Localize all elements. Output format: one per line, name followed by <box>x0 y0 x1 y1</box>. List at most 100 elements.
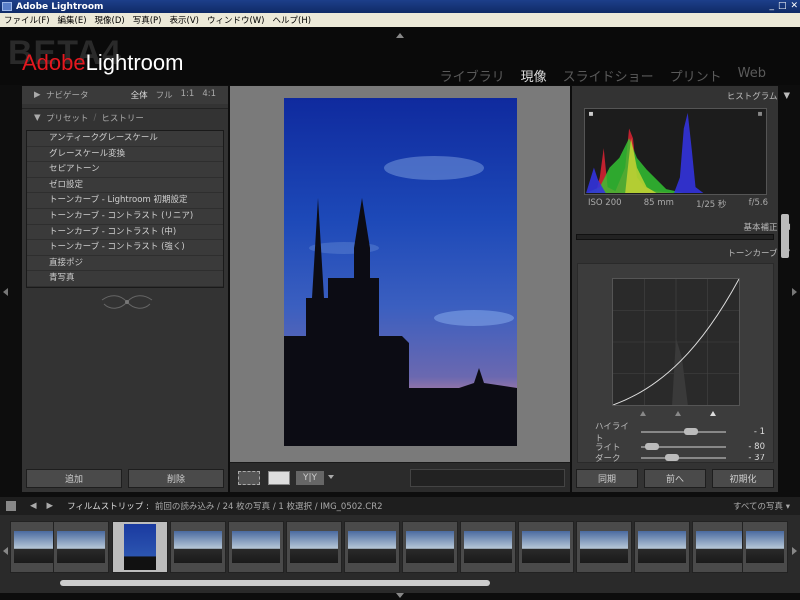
preset-list: アンティークグレースケール グレースケール変換 セピアトーン ゼロ設定 トーンカ… <box>26 130 224 288</box>
before-after-icon[interactable]: Y|Y <box>296 471 324 485</box>
add-preset-button[interactable]: 追加 <box>26 469 122 488</box>
module-develop[interactable]: 現像 <box>521 66 547 85</box>
previous-button[interactable]: 前へ <box>644 469 706 488</box>
filmstrip-thumbnail[interactable] <box>692 521 748 573</box>
thumbnail-image <box>57 531 105 563</box>
main-photo[interactable] <box>284 98 517 446</box>
zoom-4-1[interactable]: 4:1 <box>202 89 216 101</box>
filmstrip-thumbnail[interactable] <box>344 521 400 573</box>
dropdown-arrow-icon[interactable] <box>328 475 334 479</box>
presets-header[interactable]: ▼ プリセット / ヒストリー <box>22 108 228 126</box>
left-panel-toggle-icon[interactable] <box>3 288 8 296</box>
close-button[interactable]: ✕ <box>790 1 798 11</box>
preset-item[interactable]: グレースケール変換 <box>27 147 223 163</box>
collapse-triangle-icon: ▼ <box>34 112 46 123</box>
filmstrip-thumbnail[interactable] <box>170 521 226 573</box>
preset-item[interactable]: トーンカーブ - コントラスト (強く) <box>27 240 223 256</box>
module-slideshow[interactable]: スライドショー <box>563 66 654 85</box>
title-bar: Adobe Lightroom <box>0 0 800 13</box>
split-marker-icon[interactable] <box>710 408 716 416</box>
delete-preset-button[interactable]: 削除 <box>128 469 224 488</box>
preset-item[interactable]: トーンカーブ - Lightroom 初期設定 <box>27 193 223 209</box>
zoom-fit[interactable]: 全体 <box>131 89 148 101</box>
menu-help[interactable]: ヘルプ(H) <box>269 14 316 26</box>
toolbar-info-field <box>410 469 565 487</box>
filmstrip-left-icon[interactable] <box>3 547 8 555</box>
split-marker-icon[interactable] <box>675 408 681 416</box>
filmstrip-right-icon[interactable] <box>792 547 797 555</box>
histogram-header[interactable]: ヒストグラム ▼ <box>727 90 790 102</box>
menu-edit[interactable]: 編集(E) <box>54 14 91 26</box>
reset-button[interactable]: 初期化 <box>712 469 774 488</box>
thumbnail-image <box>580 531 628 563</box>
slider-value[interactable]: - 80 <box>748 442 765 452</box>
menu-develop[interactable]: 現像(D) <box>91 14 129 26</box>
preset-item[interactable]: トーンカーブ - コントラスト (リニア) <box>27 209 223 225</box>
menu-file[interactable]: ファイル(F) <box>0 14 54 26</box>
history-label[interactable]: ヒストリー <box>101 112 144 124</box>
menu-photo[interactable]: 写真(P) <box>129 14 166 26</box>
preset-item[interactable]: 青写真 <box>27 271 223 287</box>
filmstrip-thumbnail[interactable] <box>53 521 109 573</box>
maximize-button[interactable]: □ <box>778 1 787 11</box>
tone-curve-graph[interactable] <box>612 278 740 406</box>
filmstrip-scrollbar[interactable] <box>60 580 490 586</box>
right-panel-toggle-icon[interactable] <box>792 288 797 296</box>
module-web[interactable]: Web <box>738 66 766 85</box>
filmstrip-info: 前回の読み込み / 24 枚の写真 / 1 枚選択 / IMG_0502.CR2 <box>154 502 383 512</box>
filmstrip-thumbnail[interactable] <box>742 521 788 573</box>
preset-item[interactable]: セピアトーン <box>27 162 223 178</box>
preset-item[interactable]: 直接ポジ <box>27 256 223 272</box>
menu-window[interactable]: ウィンドウ(W) <box>203 14 269 26</box>
slider-highlights: ハイライト - 1 <box>595 422 765 444</box>
slider-knob[interactable] <box>645 443 659 450</box>
forward-arrow-icon[interactable]: ▶ <box>47 501 54 511</box>
filmstrip-thumbnail[interactable] <box>518 521 574 573</box>
slider-track[interactable] <box>641 428 726 435</box>
slider-track[interactable] <box>641 443 726 450</box>
navigator-header[interactable]: ▶ ナビゲータ 全体 フル 1:1 4:1 <box>22 86 228 104</box>
split-marker-icon[interactable] <box>640 408 646 416</box>
filmstrip-thumbnail[interactable] <box>286 521 342 573</box>
zoom-fill[interactable]: フル <box>156 89 173 101</box>
filmstrip-thumbnail[interactable] <box>576 521 632 573</box>
panel-end-ornament-icon <box>101 295 153 309</box>
basic-collapsed-bar <box>576 234 774 240</box>
grid-view-icon[interactable] <box>6 501 16 511</box>
module-library[interactable]: ライブラリ <box>440 66 505 85</box>
filmstrip-thumbnail[interactable] <box>634 521 690 573</box>
slider-knob[interactable] <box>684 428 698 435</box>
preset-item[interactable]: ゼロ設定 <box>27 178 223 194</box>
back-arrow-icon[interactable]: ◀ <box>30 501 37 511</box>
tonecurve-label: トーンカーブ <box>727 249 778 259</box>
filmstrip-thumbnail[interactable] <box>228 521 284 573</box>
slider-knob[interactable] <box>665 454 679 461</box>
filmstrip-label: フィルムストリップ : <box>67 502 149 512</box>
left-panel: ▶ ナビゲータ 全体 フル 1:1 4:1 ▼ プリセット / ヒストリー アン… <box>22 86 228 492</box>
slider-lights: ライト - 80 <box>595 441 765 453</box>
slider-value[interactable]: - 1 <box>754 427 765 437</box>
filmstrip-thumbnail[interactable] <box>402 521 458 573</box>
right-panel-scrollbar[interactable] <box>781 214 789 258</box>
histogram-label: ヒストグラム <box>726 92 778 102</box>
bottom-panel-toggle-icon[interactable] <box>396 593 404 598</box>
menu-bar: ファイル(F) 編集(E) 現像(D) 写真(P) 表示(V) ウィンドウ(W)… <box>0 13 800 27</box>
crop-overlay-icon[interactable] <box>238 471 260 485</box>
presets-label[interactable]: プリセット <box>46 112 89 124</box>
module-print[interactable]: プリント <box>670 66 722 85</box>
menu-view[interactable]: 表示(V) <box>166 14 203 26</box>
filter-dropdown[interactable]: すべての写真 ▾ <box>733 500 790 512</box>
zoom-1-1[interactable]: 1:1 <box>181 89 195 101</box>
filmstrip-thumbnail-selected[interactable] <box>112 521 168 573</box>
minimize-button[interactable]: _ <box>769 1 774 11</box>
slider-value[interactable]: - 37 <box>748 454 765 462</box>
top-panel-toggle-icon[interactable] <box>396 33 404 38</box>
slider-track[interactable] <box>641 454 726 461</box>
develop-toolbar: Y|Y <box>230 462 570 492</box>
logo-product: Lightroom <box>85 50 184 75</box>
preset-item[interactable]: アンティークグレースケール <box>27 131 223 147</box>
loupe-view-icon[interactable] <box>268 471 290 485</box>
filmstrip-thumbnail[interactable] <box>460 521 516 573</box>
sync-button[interactable]: 同期 <box>576 469 638 488</box>
preset-item[interactable]: トーンカーブ - コントラスト (中) <box>27 225 223 241</box>
